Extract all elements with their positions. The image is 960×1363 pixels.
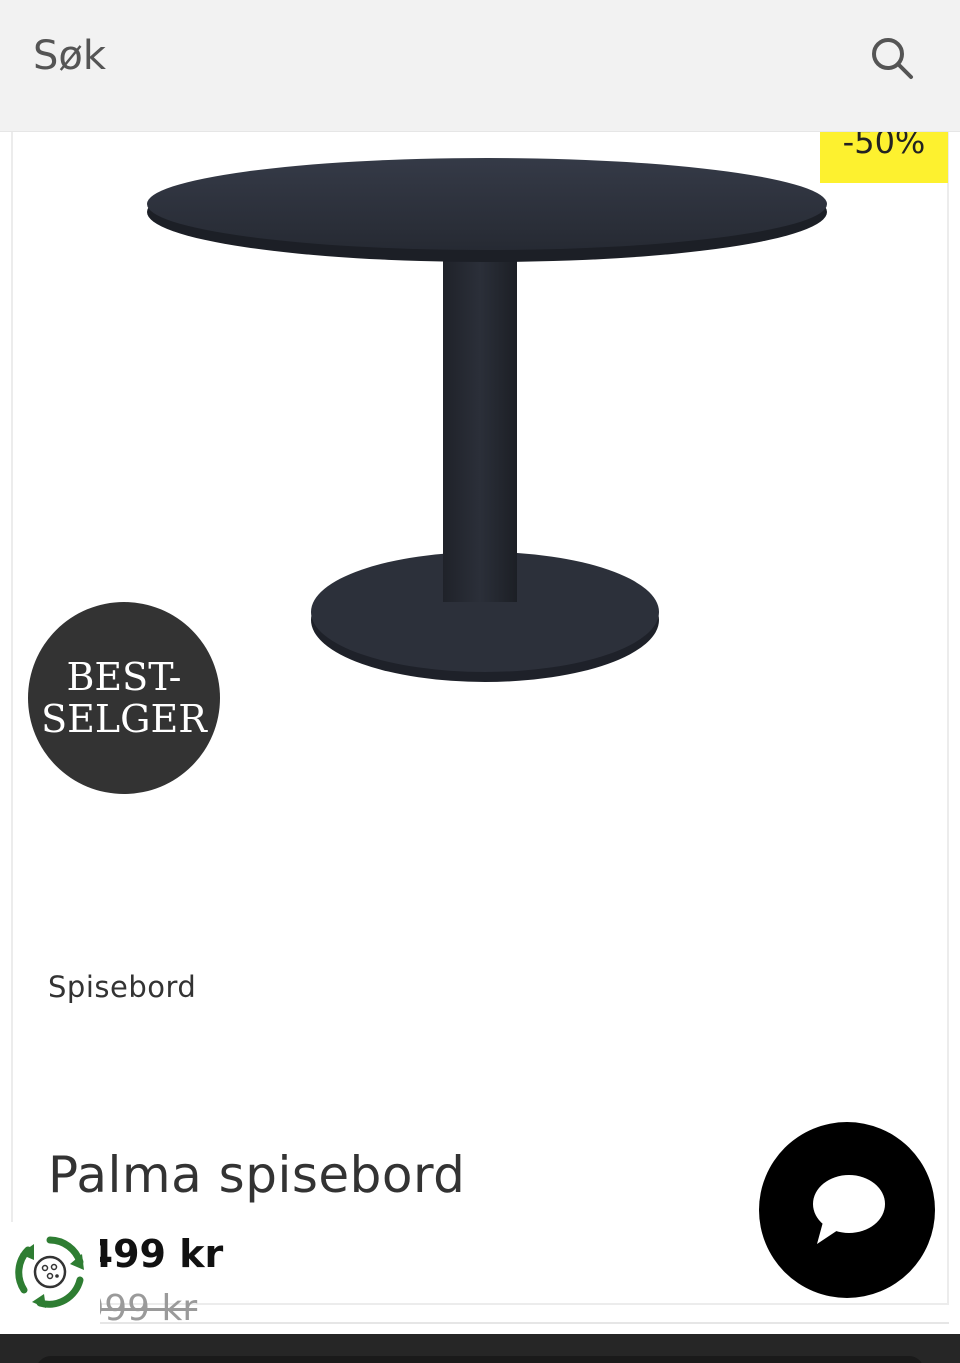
discount-label: -50% <box>842 132 926 161</box>
chat-bubble-icon <box>813 1175 885 1244</box>
product-image[interactable] <box>123 132 843 692</box>
search-icon <box>872 38 913 79</box>
product-category: Spisebord <box>48 970 197 1004</box>
product-title[interactable]: Palma spisebord <box>48 1146 465 1204</box>
address-bar[interactable] <box>36 1356 924 1363</box>
card-divider <box>100 1322 949 1324</box>
bestseller-line-2: SELGER <box>41 697 207 741</box>
search-input[interactable] <box>33 28 813 84</box>
search-button[interactable] <box>862 28 922 88</box>
browser-bottom-bar <box>0 1334 960 1363</box>
product-page: Spisebord Palma spisebord 2 499 kr 4 999… <box>0 0 960 1363</box>
bestseller-line-1: BEST- <box>66 655 182 699</box>
recycle-icon <box>15 1236 84 1308</box>
sustainability-badge[interactable] <box>0 1222 100 1322</box>
chat-button[interactable] <box>759 1122 935 1298</box>
discount-badge: -50% <box>820 132 948 183</box>
bestseller-badge: BEST- SELGER <box>28 602 220 794</box>
search-bar <box>0 0 960 132</box>
